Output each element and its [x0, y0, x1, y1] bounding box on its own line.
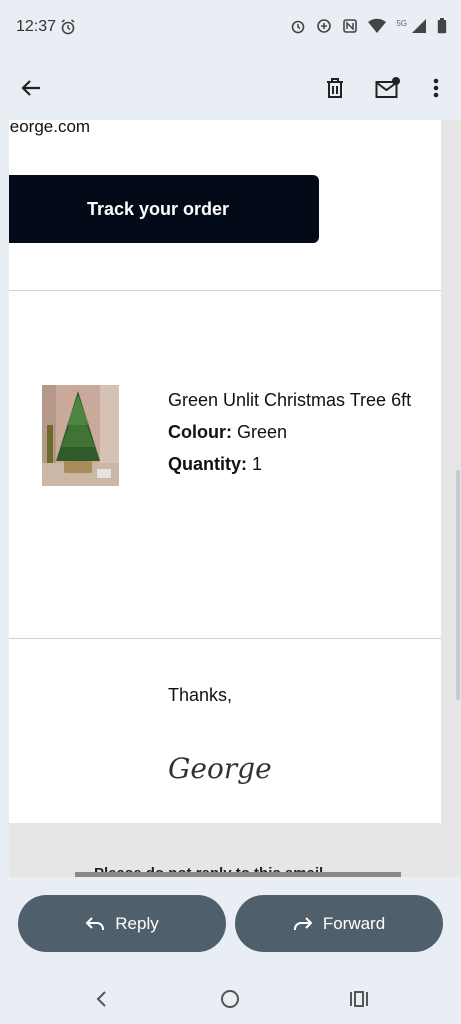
data-saver-icon — [317, 19, 332, 33]
more-icon[interactable] — [416, 68, 456, 108]
product-details: Green Unlit Christmas Tree 6ft Colour: G… — [168, 384, 428, 480]
email-content[interactable]: jeorge.com Track your order Green Unlit … — [9, 120, 461, 877]
signal-icon — [412, 19, 426, 33]
thanks-text: Thanks, — [168, 685, 233, 705]
reply-button[interactable]: Reply — [18, 895, 226, 952]
status-time: 12:37 — [16, 18, 57, 35]
status-icons: 5G — [290, 18, 447, 34]
colour-label: Colour: — [168, 422, 232, 442]
delete-icon[interactable] — [315, 68, 355, 108]
nav-home-icon[interactable] — [215, 984, 245, 1014]
mark-unread-icon[interactable] — [368, 68, 408, 108]
divider — [9, 290, 441, 291]
email-body: jeorge.com Track your order Green Unlit … — [9, 120, 441, 823]
nav-back-icon[interactable] — [86, 984, 116, 1014]
signature: George — [168, 752, 272, 785]
forward-icon — [293, 916, 313, 930]
track-order-button[interactable]: Track your order — [9, 175, 319, 243]
quantity-label: Quantity: — [168, 454, 247, 474]
sender-email-fragment: jeorge.com — [9, 120, 91, 136]
status-bar: 12:37 5G — [0, 0, 461, 56]
battery-icon — [437, 18, 447, 34]
system-nav-bar — [0, 972, 461, 1024]
app-bar — [0, 56, 461, 120]
forward-button[interactable]: Forward — [235, 895, 443, 952]
reply-icon — [85, 916, 105, 930]
scrollbar[interactable] — [456, 470, 460, 700]
reply-label: Reply — [115, 913, 159, 933]
divider — [9, 638, 441, 639]
alarm-icon — [60, 19, 76, 40]
nfc-icon — [343, 19, 358, 33]
product-colour: Colour: Green — [168, 416, 428, 448]
bottom-action-bar: Reply Forward — [0, 877, 461, 972]
quantity-value: 1 — [252, 454, 263, 474]
alarm-status-icon — [292, 20, 305, 34]
product-image — [42, 385, 119, 486]
forward-label: Forward — [322, 913, 386, 933]
nav-recents-icon[interactable] — [344, 984, 374, 1014]
back-arrow-icon[interactable] — [11, 68, 51, 108]
wifi-icon — [368, 18, 387, 33]
colour-value: Green — [237, 422, 288, 442]
network-type: 5G — [396, 18, 407, 28]
product-name: Green Unlit Christmas Tree 6ft — [168, 390, 412, 410]
product-quantity: Quantity: 1 — [168, 448, 428, 480]
